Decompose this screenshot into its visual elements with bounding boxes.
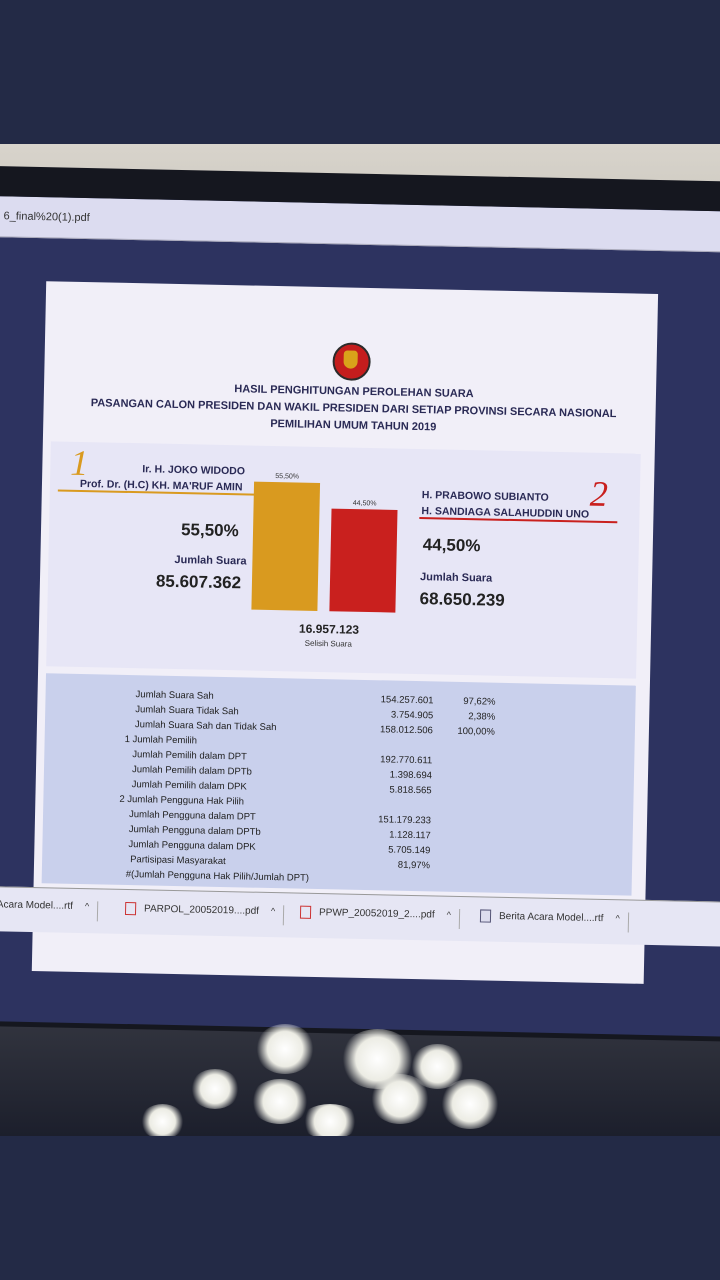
download-item[interactable]: erita Acara Model....rtf ^ [0,898,99,922]
flower-arrangement [0,1024,720,1136]
stat-label: Jumlah Suara Sah dan Tidak Sah [134,719,277,734]
file-name: 6_final%20(1).pdf [3,210,90,225]
stat-label: Partisipasi Masyarakat [130,854,226,868]
stat-value: 1.128.117 [389,829,431,842]
candidate2-number: 2 [589,473,609,515]
stat-label: Jumlah Pemilih dalam DPK [131,779,247,793]
vote-difference-label: Selisih Suara [304,638,352,649]
download-item[interactable]: PARPOL_20052019....pdf ^ [124,901,285,926]
stat-percent [443,816,493,817]
stat-value: 1.398.694 [389,769,433,782]
result-chart-area: 1 Ir. H. JOKO WIDODO Prof. Dr. (H.C) KH.… [46,441,641,679]
stat-percent [443,831,493,832]
stat-percent [442,846,492,847]
pdf-icon [299,905,312,919]
chevron-up-icon[interactable]: ^ [447,910,451,920]
flower [370,1074,430,1124]
stat-label: 2 Jumlah Pengguna Hak Pilih [119,793,245,808]
chevron-up-icon[interactable]: ^ [615,913,619,923]
candidate2-percent: 44,50% [422,535,481,556]
bar-label-2: 44,50% [353,500,377,507]
stat-value: 81,97% [397,859,431,872]
download-item[interactable]: Berita Acara Model....rtf ^ [479,909,629,933]
candidate2-votes: 68.650.239 [419,589,505,610]
candidate1-votes: 85.607.362 [155,571,242,593]
candidate2-name1: H. PRABOWO SUBIANTO [421,489,549,504]
stat-value: 192.770.611 [380,754,433,767]
pdf-icon [124,901,137,916]
stat-percent [444,786,494,787]
stat-label: Jumlah Pemilih dalam DPT [132,749,248,763]
download-item-label: Berita Acara Model....rtf [498,910,604,925]
stat-value: 154.257.601 [380,694,434,707]
candidate1-percent: 55,50% [180,520,239,541]
stat-label: Jumlah Pengguna dalam DPK [128,839,256,853]
stat-percent [445,741,495,742]
photo-of-monitor: 6_final%20(1).pdf HASIL PENGHITUNGAN PER… [0,144,720,1136]
stat-percent [442,861,492,862]
flower [255,1024,315,1074]
stat-percent [444,756,494,757]
flower [140,1104,185,1136]
vote-difference: 16.957.123 [298,621,360,637]
kpu-logo-icon [332,342,372,382]
stat-percent: 100,00% [457,725,495,738]
stat-percent [443,801,493,802]
stat-percent [442,876,492,877]
stat-label: 1 Jumlah Pemilih [124,733,198,747]
pdf-viewer-screen: 6_final%20(1).pdf HASIL PENGHITUNGAN PER… [0,196,720,1037]
stat-value: 5.818.565 [389,784,432,797]
flower [300,1104,360,1136]
bar-1 [251,481,321,611]
vote-bar-chart: 55,50% 44,50% [251,473,398,613]
stat-percent: 97,62% [463,696,496,708]
stat-label: Jumlah Pengguna dalam DPTb [128,824,261,838]
candidate1-name1: Ir. H. JOKO WIDODO [142,463,246,478]
flower [440,1079,500,1129]
stat-label: Jumlah Pemilih dalam DPTb [131,764,252,778]
download-item-label: erita Acara Model....rtf [0,899,74,912]
flower [190,1069,240,1109]
doc-icon [479,909,492,923]
stat-label: Jumlah Pengguna dalam DPT [128,809,256,823]
bar-label-1: 55,50% [275,473,299,480]
stat-value: 151.179.233 [378,814,432,827]
chevron-up-icon[interactable]: ^ [271,906,275,916]
pdf-page: HASIL PENGHITUNGAN PEROLEHAN SUARA PASAN… [31,281,659,984]
stat-value: 5.705.149 [388,844,431,857]
stat-percent: 2,38% [468,711,496,723]
stat-value: 158.012.506 [379,724,434,737]
stat-percent [444,771,494,772]
summary-stats-table: Jumlah Suara Sah 154.257.601 97,62% Jumlah … [41,673,636,896]
stat-label: Jumlah Suara Tidak Sah [135,704,239,718]
bar-2 [329,508,398,613]
download-item-label: PARPOL_20052019....pdf [143,903,260,917]
stat-value: 3.754.905 [390,709,434,722]
download-item[interactable]: PPWP_20052019_2....pdf ^ [299,905,461,929]
download-item-label: PPWP_20052019_2....pdf [318,907,435,921]
candidate1-votes-label: Jumlah Suara [174,553,247,568]
candidate2-votes-label: Jumlah Suara [419,571,493,585]
stat-label: Jumlah Suara Sah [135,689,214,702]
chevron-up-icon[interactable]: ^ [85,901,89,911]
